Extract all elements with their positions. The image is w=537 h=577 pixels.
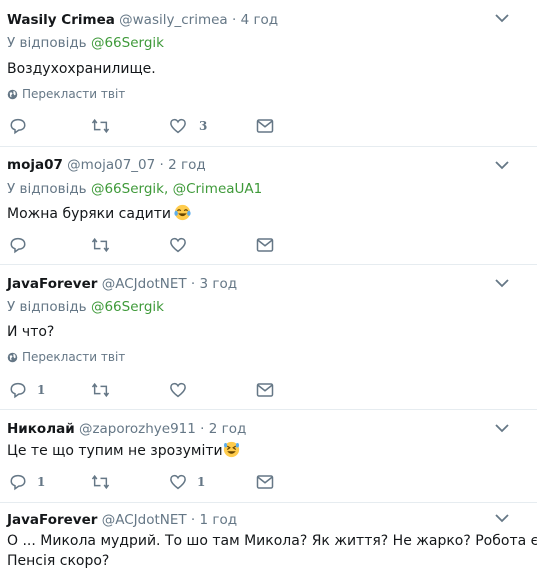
tweet-header: JavaForever @ACJdotNET · 1 год	[7, 503, 529, 529]
author-handle[interactable]: @ACJdotNET	[102, 512, 187, 528]
like-count: 1	[197, 475, 206, 489]
tweet-2[interactable]: moja07 @moja07_07 · 2 год У відповідь @6…	[0, 147, 537, 265]
translate-label: Перекласти твіт	[22, 350, 126, 364]
heart-icon	[170, 382, 186, 398]
retweet-icon	[91, 382, 110, 398]
envelope-icon	[256, 238, 274, 252]
tweet-actions: 1 1	[9, 473, 274, 491]
globe-icon	[7, 89, 18, 99]
tears-of-joy-emoji-icon	[174, 204, 191, 221]
reply-mention[interactable]: @CrimeaUA1	[173, 181, 263, 197]
reply-context: У відповідь @66Sergik	[7, 34, 529, 52]
retweet-icon	[91, 474, 110, 490]
tweet-4[interactable]: Николай @zaporozhye911 · 2 год Це те що …	[0, 410, 537, 503]
retweet-icon	[91, 237, 110, 253]
translate-link[interactable]: Перекласти твіт	[7, 87, 529, 101]
tweet-3[interactable]: JavaForever @ACJdotNET · 3 год У відпові…	[0, 265, 537, 410]
heart-icon	[170, 474, 186, 490]
like-button[interactable]	[169, 381, 256, 399]
tweet-actions: 1	[9, 381, 274, 399]
envelope-icon	[256, 475, 274, 489]
envelope-icon	[256, 383, 274, 397]
author-name[interactable]: Николай	[7, 421, 75, 437]
author-handle[interactable]: @zaporozhye911	[79, 421, 196, 437]
translate-link[interactable]: Перекласти твіт	[7, 350, 529, 364]
mention-separator: ,	[163, 181, 169, 197]
like-button[interactable]: 1	[169, 473, 256, 491]
reply-icon	[10, 474, 26, 491]
tweet-time[interactable]: · 1 год	[191, 512, 237, 528]
author-name[interactable]: JavaForever	[7, 512, 97, 528]
tweet-text-body: Можна буряки садити	[7, 206, 171, 222]
reply-icon	[10, 382, 26, 399]
reply-mention[interactable]: @66Sergik	[91, 299, 164, 315]
author-handle[interactable]: @ACJdotNET	[102, 276, 187, 292]
tweet-text: Можна буряки садити	[7, 204, 529, 224]
retweet-icon	[91, 118, 110, 134]
tweet-text: И что?	[7, 324, 55, 340]
tweet-1[interactable]: Wasily Crimea @wasily_crimea · 4 год У в…	[0, 0, 537, 147]
author-handle[interactable]: @wasily_crimea	[119, 12, 228, 28]
reply-icon	[10, 118, 26, 135]
direct-message-button[interactable]	[256, 382, 274, 398]
chevron-down-icon[interactable]	[495, 514, 509, 523]
reply-context: У відповідь @66Sergik, @CrimeaUA1	[7, 180, 529, 198]
direct-message-button[interactable]	[256, 237, 274, 253]
chevron-down-icon[interactable]	[495, 424, 509, 433]
retweet-button[interactable]	[91, 381, 169, 399]
tweet-header: JavaForever @ACJdotNET · 3 год	[7, 265, 529, 293]
retweet-button[interactable]	[91, 236, 169, 254]
tweet-time[interactable]: · 3 год	[191, 276, 237, 292]
chevron-down-icon[interactable]	[495, 14, 509, 23]
reply-icon	[10, 237, 26, 254]
reply-count: 1	[37, 475, 46, 489]
like-button[interactable]: 3	[169, 117, 256, 135]
reply-prefix: У відповідь	[7, 181, 87, 197]
heart-icon	[170, 118, 186, 134]
tweet-time[interactable]: · 4 год	[232, 12, 278, 28]
author-name[interactable]: moja07	[7, 157, 63, 173]
chevron-down-icon[interactable]	[495, 279, 509, 288]
author-handle[interactable]: @moja07_07	[67, 157, 155, 173]
tweet-5[interactable]: JavaForever @ACJdotNET · 1 год О ... Мик…	[0, 503, 537, 577]
reply-button[interactable]: 1	[9, 381, 91, 399]
direct-message-button[interactable]	[256, 118, 274, 134]
envelope-icon	[256, 119, 274, 133]
tweet-text-line-1: О ... Микола мудрий. То шо там Микола? Я…	[7, 533, 537, 549]
heart-icon	[170, 237, 186, 253]
reply-button[interactable]: 1	[9, 473, 91, 491]
reply-button[interactable]	[9, 117, 91, 135]
reply-prefix: У відповідь	[7, 299, 87, 315]
reply-context: У відповідь @66Sergik	[7, 298, 529, 316]
reply-mention[interactable]: @66Sergik	[91, 35, 164, 51]
author-name[interactable]: JavaForever	[7, 276, 97, 292]
tweet-actions	[9, 236, 274, 254]
like-button[interactable]	[169, 236, 256, 254]
tweet-actions: 3	[9, 117, 274, 135]
tweet-text: Воздухохранилище.	[7, 61, 156, 77]
tweet-text-line-2: Пенсія скоро?	[7, 553, 110, 569]
retweet-button[interactable]	[91, 473, 169, 491]
retweet-button[interactable]	[91, 117, 169, 135]
tweet-header: Wasily Crimea @wasily_crimea · 4 год	[7, 0, 529, 29]
reply-count: 1	[37, 383, 46, 397]
globe-icon	[7, 352, 18, 362]
tweet-header: Николай @zaporozhye911 · 2 год	[7, 410, 529, 438]
tweet-text-body: Це те що тупим не зрозуміти	[7, 443, 223, 459]
author-name[interactable]: Wasily Crimea	[7, 12, 115, 28]
tweet-time[interactable]: · 2 год	[200, 421, 246, 437]
reply-mention[interactable]: @66Sergik	[91, 181, 164, 197]
chevron-down-icon[interactable]	[495, 161, 509, 170]
tweet-time[interactable]: · 2 год	[160, 157, 206, 173]
tweet-text: Це те що тупим не зрозуміти	[7, 441, 529, 461]
direct-message-button[interactable]	[256, 474, 274, 490]
like-count: 3	[199, 119, 208, 133]
rolling-laughing-emoji-icon	[223, 441, 239, 458]
reply-prefix: У відповідь	[7, 35, 87, 51]
reply-button[interactable]	[9, 236, 91, 254]
translate-label: Перекласти твіт	[22, 87, 126, 101]
tweet-header: moja07 @moja07_07 · 2 год	[7, 147, 529, 174]
